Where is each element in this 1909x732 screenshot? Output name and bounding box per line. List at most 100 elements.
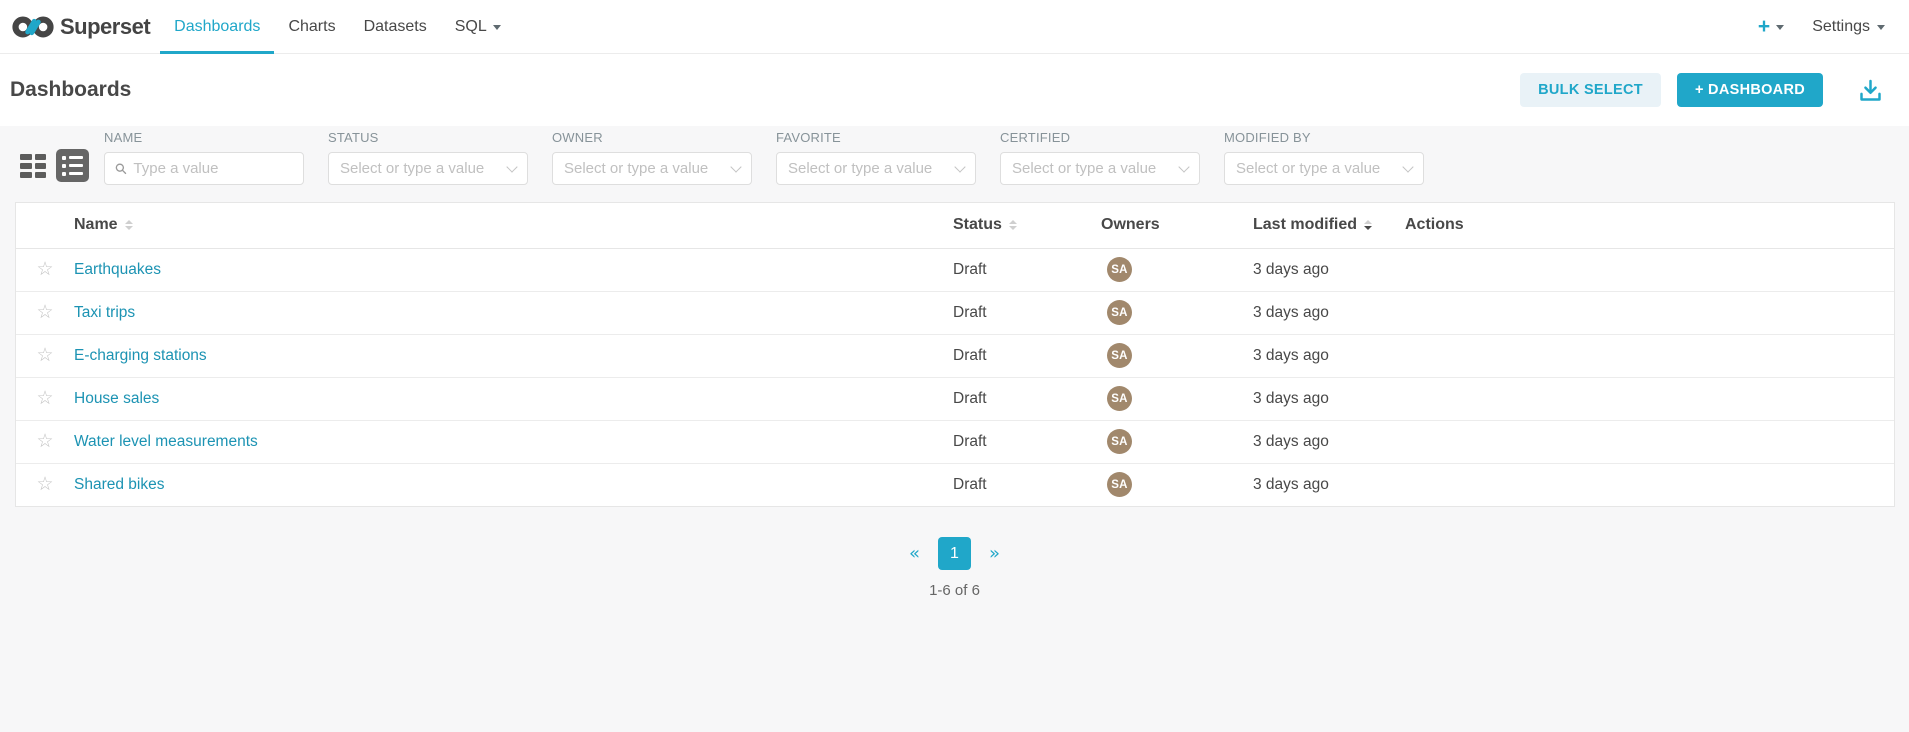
dashboard-link[interactable]: House sales (74, 390, 159, 407)
superset-logo[interactable]: Superset (0, 0, 150, 53)
pagination: « 1 » (0, 537, 1909, 570)
pagination-summary: 1-6 of 6 (0, 582, 1909, 599)
favorite-star-icon[interactable]: ☆ (36, 344, 53, 366)
pagination-next-button[interactable]: » (989, 543, 1000, 564)
filter-label: NAME (104, 130, 304, 145)
select-placeholder: Select or type a value (788, 160, 932, 177)
favorite-star-icon[interactable]: ☆ (36, 387, 53, 409)
dashboard-link[interactable]: Shared bikes (74, 476, 164, 493)
nav-tab-sql[interactable]: SQL (441, 0, 515, 53)
pagination-prev-button[interactable]: « (909, 543, 920, 564)
brand-name: Superset (60, 14, 150, 40)
actions-cell (1405, 420, 1894, 463)
filter-label: FAVORITE (776, 130, 976, 145)
status-value: Draft (953, 390, 987, 407)
table-row: ☆ House sales Draft SA 3 days ago (16, 377, 1894, 420)
filter-label: OWNER (552, 130, 752, 145)
header-favorite-column (16, 203, 74, 248)
dashboards-page: Superset Dashboards Charts Datasets SQL … (0, 0, 1909, 732)
filter-certified: CERTIFIED Select or type a value (1000, 130, 1200, 185)
actions-cell (1405, 291, 1894, 334)
owner-avatar[interactable]: SA (1107, 472, 1132, 497)
pagination-page-1[interactable]: 1 (938, 537, 971, 570)
nav-tab-datasets[interactable]: Datasets (350, 0, 441, 53)
last-modified-value: 3 days ago (1253, 304, 1329, 321)
certified-filter-select[interactable]: Select or type a value (1000, 152, 1200, 185)
new-item-menu-button[interactable]: + (1758, 16, 1784, 37)
name-search-box (104, 152, 304, 185)
last-modified-value: 3 days ago (1253, 433, 1329, 450)
column-label: Status (953, 216, 1002, 234)
favorite-star-icon[interactable]: ☆ (36, 473, 53, 495)
new-dashboard-button[interactable]: + DASHBOARD (1677, 73, 1823, 107)
nav-tab-charts[interactable]: Charts (274, 0, 349, 53)
header-status[interactable]: Status (953, 203, 1101, 248)
nav-tab-label: Charts (288, 18, 335, 36)
bulk-select-button[interactable]: BULK SELECT (1520, 73, 1661, 107)
list-view-icon[interactable] (56, 149, 89, 182)
search-icon (114, 161, 127, 176)
nav-right-section: + Settings (1758, 0, 1909, 53)
chevron-down-icon (506, 161, 517, 172)
settings-label: Settings (1812, 18, 1870, 36)
filter-favorite: FAVORITE Select or type a value (776, 130, 976, 185)
filter-bar: NAME STATUS Select or type a value OWNER… (0, 126, 1909, 185)
select-placeholder: Select or type a value (1236, 160, 1380, 177)
favorite-star-icon[interactable]: ☆ (36, 430, 53, 452)
filter-owner: OWNER Select or type a value (552, 130, 752, 185)
header-name[interactable]: Name (74, 203, 953, 248)
column-label: Owners (1101, 216, 1160, 234)
owner-avatar[interactable]: SA (1107, 343, 1132, 368)
header-actions: BULK SELECT + DASHBOARD (1520, 73, 1884, 107)
card-view-icon[interactable] (20, 154, 46, 178)
dashboard-link[interactable]: Earthquakes (74, 261, 161, 278)
header-owners: Owners (1101, 203, 1253, 248)
filter-label: STATUS (328, 130, 528, 145)
last-modified-value: 3 days ago (1253, 476, 1329, 493)
top-navbar: Superset Dashboards Charts Datasets SQL … (0, 0, 1909, 54)
dashboard-link[interactable]: Water level measurements (74, 433, 258, 450)
name-filter-input[interactable] (133, 160, 294, 177)
settings-menu-button[interactable]: Settings (1812, 18, 1885, 36)
dashboard-link[interactable]: Taxi trips (74, 304, 135, 321)
last-modified-value: 3 days ago (1253, 261, 1329, 278)
page-header: Dashboards BULK SELECT + DASHBOARD (0, 54, 1909, 126)
nav-tab-label: SQL (455, 18, 487, 36)
modified-by-filter-select[interactable]: Select or type a value (1224, 152, 1424, 185)
status-value: Draft (953, 304, 987, 321)
filter-label: MODIFIED BY (1224, 130, 1424, 145)
filter-modified-by: MODIFIED BY Select or type a value (1224, 130, 1424, 185)
table-row: ☆ Water level measurements Draft SA 3 da… (16, 420, 1894, 463)
dashboards-table-card: Name Status Owners (15, 202, 1895, 507)
column-label: Last modified (1253, 216, 1357, 234)
favorite-star-icon[interactable]: ☆ (36, 258, 53, 280)
actions-cell (1405, 334, 1894, 377)
actions-cell (1405, 463, 1894, 506)
dashboard-link[interactable]: E-charging stations (74, 347, 207, 364)
last-modified-value: 3 days ago (1253, 347, 1329, 364)
owner-avatar[interactable]: SA (1107, 429, 1132, 454)
header-last-modified[interactable]: Last modified (1253, 203, 1405, 248)
owner-avatar[interactable]: SA (1107, 300, 1132, 325)
select-placeholder: Select or type a value (1012, 160, 1156, 177)
select-placeholder: Select or type a value (564, 160, 708, 177)
favorite-star-icon[interactable]: ☆ (36, 301, 53, 323)
import-dashboards-button[interactable] (1857, 77, 1884, 104)
owner-avatar[interactable]: SA (1107, 386, 1132, 411)
header-actions: Actions (1405, 203, 1894, 248)
favorite-filter-select[interactable]: Select or type a value (776, 152, 976, 185)
status-filter-select[interactable]: Select or type a value (328, 152, 528, 185)
view-mode-toggle (20, 149, 89, 185)
download-icon (1857, 77, 1884, 104)
nav-tab-label: Dashboards (174, 18, 260, 36)
plus-icon: + (1758, 16, 1770, 37)
table-row: ☆ Shared bikes Draft SA 3 days ago (16, 463, 1894, 506)
page-title: Dashboards (10, 78, 131, 102)
table-row: ☆ Earthquakes Draft SA 3 days ago (16, 248, 1894, 291)
owner-avatar[interactable]: SA (1107, 257, 1132, 282)
owner-filter-select[interactable]: Select or type a value (552, 152, 752, 185)
sort-desc-icon (1364, 220, 1372, 230)
chevron-down-icon (730, 161, 741, 172)
nav-tab-dashboards[interactable]: Dashboards (160, 0, 274, 53)
infinity-logo-icon (12, 12, 54, 42)
